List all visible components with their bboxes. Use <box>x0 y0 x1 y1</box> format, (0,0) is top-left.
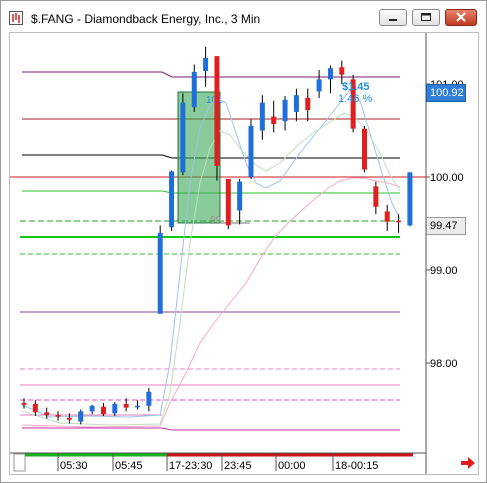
last-price-marker: 100.92 <box>426 84 466 102</box>
candle-up[interactable] <box>259 102 265 131</box>
candle-down[interactable] <box>66 417 72 420</box>
candle-up[interactable] <box>327 68 333 80</box>
candle-down[interactable] <box>21 402 27 405</box>
candle-up[interactable] <box>78 411 84 422</box>
cursor-price-marker: 99.47 <box>426 217 466 235</box>
price-tick-label: 99.00 <box>430 265 458 277</box>
maximize-button[interactable] <box>412 9 440 26</box>
candle-up[interactable] <box>135 405 140 408</box>
candle-up[interactable] <box>112 403 118 414</box>
time-tick-label: 05:30 <box>60 460 88 472</box>
candle-down[interactable] <box>305 97 311 111</box>
candle-down[interactable] <box>44 412 50 416</box>
title-bar[interactable]: $.FANG - Diamondback Energy, Inc., 3 Min <box>1 1 486 31</box>
maximize-icon <box>421 13 431 21</box>
candle-up[interactable] <box>157 232 163 314</box>
candle-down[interactable] <box>384 211 390 222</box>
scroll-right-arrow-icon[interactable] <box>459 456 477 470</box>
time-tick-label: 23:45 <box>224 460 252 472</box>
candle-down[interactable] <box>32 403 38 413</box>
candle-down[interactable] <box>373 186 379 207</box>
candle-down[interactable] <box>396 220 402 223</box>
gain-amount-label: $1.45 <box>342 81 370 93</box>
candle-up[interactable] <box>89 405 95 412</box>
gain-percent-label: 1.46 % <box>338 93 372 105</box>
candle-up[interactable] <box>237 181 243 211</box>
candle-down[interactable] <box>214 56 220 166</box>
minimize-icon <box>389 19 397 21</box>
candle-down[interactable] <box>362 128 367 170</box>
candle-up[interactable] <box>191 71 197 108</box>
minimize-button[interactable] <box>379 9 407 26</box>
candle-down[interactable] <box>123 403 129 408</box>
measure-bottom-label: 99 <box>210 215 222 226</box>
time-tick-label: 00:00 <box>278 460 306 472</box>
chart-window: $.FANG - Diamondback Energy, Inc., 3 Min <box>0 0 487 483</box>
candle-up[interactable] <box>316 79 322 92</box>
candle-down[interactable] <box>271 116 277 124</box>
candle-down[interactable] <box>55 415 61 417</box>
candle-up[interactable] <box>203 57 209 71</box>
candle-up[interactable] <box>248 125 254 177</box>
candle-up[interactable] <box>169 171 175 228</box>
price-tick-label: 98.00 <box>430 358 458 370</box>
time-tick-label: 17-23:30 <box>169 460 212 472</box>
candle-up[interactable] <box>146 391 152 406</box>
time-tick-label: 05:45 <box>115 460 143 472</box>
price-chart[interactable]: 101 99 $1.45 1.46 % 101.00 100.00 99.00 … <box>10 33 478 474</box>
time-axis-scroll-box[interactable] <box>13 453 26 472</box>
time-tick-label: 18-00:15 <box>335 460 378 472</box>
price-tick-label: 100.00 <box>430 172 464 184</box>
candle-down[interactable] <box>225 178 231 226</box>
candle-up[interactable] <box>407 172 413 226</box>
chart-window-icon[interactable] <box>9 11 23 25</box>
close-icon <box>456 12 466 22</box>
candle-up[interactable] <box>180 102 186 173</box>
close-button[interactable] <box>445 9 477 26</box>
candle-up[interactable] <box>293 95 299 112</box>
candle-down[interactable] <box>100 406 106 415</box>
candle-up[interactable] <box>282 99 288 122</box>
candle-down[interactable] <box>339 67 345 75</box>
window-title: $.FANG - Diamondback Energy, Inc., 3 Min <box>31 12 261 26</box>
